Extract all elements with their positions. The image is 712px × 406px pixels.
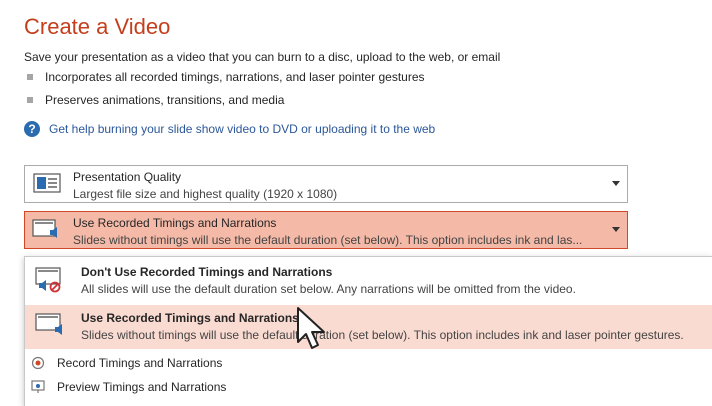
timings-dropdown-menu: Don't Use Recorded Timings and Narration… — [24, 256, 712, 406]
bullet-square-icon — [27, 97, 33, 103]
record-timings-label: Record Timings and Narrations — [57, 356, 223, 370]
no-narration-icon — [35, 267, 61, 293]
bullet-square-icon — [27, 74, 33, 80]
menu-option-use-timings[interactable]: Use Recorded Timings and Narrations Slid… — [25, 305, 712, 349]
help-link-text[interactable]: Get help burning your slide show video t… — [49, 122, 435, 136]
menu-option-dont-use-timings[interactable]: Don't Use Recorded Timings and Narration… — [25, 259, 712, 303]
menu-option-label: Use Recorded Timings and Narrations — [81, 311, 299, 325]
timings-dropdown-label: Use Recorded Timings and Narrations — [73, 216, 277, 230]
question-circle-icon: ? — [24, 121, 40, 137]
timings-dropdown-description: Slides without timings will use the defa… — [73, 233, 583, 247]
slide-narration-icon — [35, 313, 62, 335]
monitor-icon — [33, 173, 61, 193]
quality-dropdown[interactable]: Presentation Quality Largest file size a… — [24, 165, 628, 203]
bullet-item: Preserves animations, transitions, and m… — [27, 93, 284, 107]
preview-timings-label: Preview Timings and Narrations — [57, 380, 227, 394]
page-subtitle: Save your presentation as a video that y… — [24, 50, 501, 64]
help-link[interactable]: ? Get help burning your slide show video… — [24, 121, 435, 137]
record-icon — [31, 356, 45, 370]
menu-option-description: All slides will use the default duration… — [81, 282, 576, 296]
bullet-item: Incorporates all recorded timings, narra… — [27, 70, 425, 84]
timings-dropdown[interactable]: Use Recorded Timings and Narrations Slid… — [24, 211, 628, 249]
quality-dropdown-description: Largest file size and highest quality (1… — [73, 187, 338, 201]
menu-option-label: Don't Use Recorded Timings and Narration… — [81, 265, 333, 279]
mouse-pointer-icon — [297, 307, 325, 349]
preview-icon — [31, 380, 45, 393]
slide-narration-icon — [32, 219, 57, 238]
bullet-text: Incorporates all recorded timings, narra… — [45, 70, 425, 84]
chevron-down-icon — [612, 181, 620, 186]
chevron-down-icon — [612, 227, 620, 232]
bullet-text: Preserves animations, transitions, and m… — [45, 93, 285, 107]
record-timings-action[interactable]: Record Timings and Narrations — [31, 353, 222, 373]
quality-dropdown-label: Presentation Quality — [73, 170, 182, 184]
preview-timings-action[interactable]: Preview Timings and Narrations — [31, 377, 226, 397]
page-title: Create a Video — [24, 14, 171, 39]
menu-option-description: Slides without timings will use the defa… — [81, 328, 684, 342]
